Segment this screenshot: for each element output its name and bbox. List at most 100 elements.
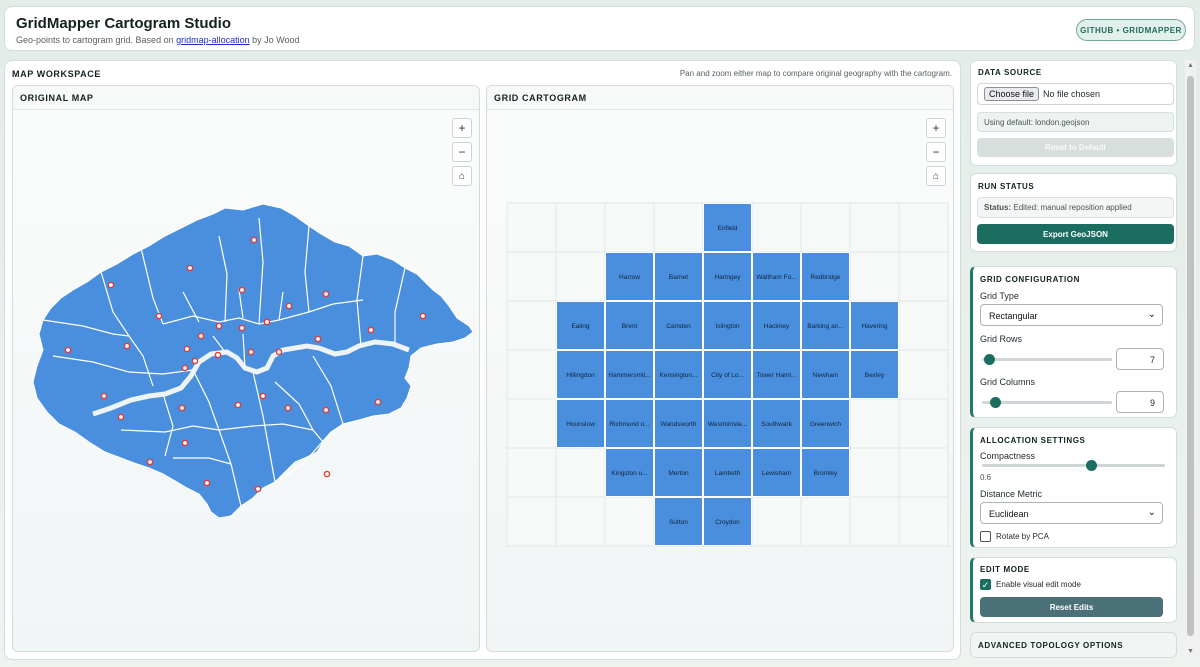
scroll-down-icon[interactable]: ▼ [1187, 648, 1194, 655]
export-geojson-button[interactable]: Export GeoJSON [977, 224, 1174, 244]
grid-rows-slider[interactable] [982, 358, 1112, 361]
grid-zoom-out-button[interactable]: − [926, 142, 946, 162]
borough-centroid-point [259, 392, 267, 400]
grid-cell[interactable]: Tower Haml... [752, 350, 801, 399]
compactness-slider-thumb[interactable] [1086, 460, 1098, 471]
borough-centroid-point [191, 357, 199, 365]
grid-cell[interactable]: Barnet [654, 252, 703, 301]
borough-centroid-point [178, 404, 186, 412]
chevron-down-icon: ⌄ [1147, 309, 1156, 320]
grid-cell[interactable]: Westminste... [703, 399, 752, 448]
grid-cell-label: Barking an... [807, 323, 844, 330]
reset-edits-button[interactable]: Reset Edits [980, 597, 1163, 617]
grid-cartogram-panel[interactable]: Enfield Harrow Barnet Haringey Waltham Fo...… [486, 85, 954, 652]
grid-rows-slider-thumb[interactable] [984, 354, 996, 365]
distance-metric-select[interactable]: Euclidean ⌄ [980, 502, 1163, 524]
borough-centroid-point [215, 322, 223, 330]
visual-edit-label: Enable visual edit mode [996, 580, 1081, 589]
grid-home-icon[interactable]: ⌂ [926, 166, 946, 186]
grid-cell[interactable]: Croydon [703, 497, 752, 546]
grid-zoom-in-button[interactable]: + [926, 118, 946, 138]
grid-cell[interactable]: Greenwich [801, 399, 850, 448]
scrollbar-thumb[interactable] [1187, 76, 1194, 636]
sidebar-scrollbar[interactable]: ▲ ▼ [1185, 60, 1196, 660]
grid-cell-label: Camden [666, 323, 691, 330]
grid-cell[interactable]: Bromley [801, 448, 850, 497]
grid-rows-label: Grid Rows [980, 334, 1023, 344]
grid-cell[interactable]: Kensington... [654, 350, 703, 399]
reset-to-default-button[interactable]: Reset to Default [977, 138, 1174, 157]
empty-grid-cell [898, 349, 949, 400]
grid-columns-slider-thumb[interactable] [989, 397, 1001, 408]
grid-cell-label: Hackney [764, 323, 790, 330]
file-input[interactable]: Choose file No file chosen [977, 83, 1174, 105]
visual-edit-checkbox[interactable]: ✓ [980, 579, 991, 590]
empty-grid-cell [898, 202, 949, 253]
grid-cell[interactable]: Wandsworth [654, 399, 703, 448]
github-button[interactable]: GITHUB • GRIDMAPPER [1076, 19, 1186, 41]
grid-cell[interactable]: Islington [703, 301, 752, 350]
original-zoom-out-button[interactable]: − [452, 142, 472, 162]
subtitle-prefix: Geo-points to cartogram grid. Based on [16, 35, 174, 45]
original-map-canvas[interactable] [13, 86, 480, 652]
london-boroughs [32, 203, 474, 519]
gridmap-allocation-link[interactable]: gridmap-allocation [176, 35, 250, 45]
grid-cell[interactable]: Havering [850, 301, 899, 350]
borough-centroid-point [183, 345, 191, 353]
grid-cell[interactable]: Redbridge [801, 252, 850, 301]
original-map-panel[interactable]: ORIGINAL MAP + − ⌂ [12, 85, 480, 652]
empty-grid-cell [898, 398, 949, 449]
compactness-value: 0.6 [980, 473, 992, 482]
empty-grid-cell [506, 447, 557, 498]
grid-cell-label: Kingston u... [611, 470, 647, 477]
borough-centroid-point [234, 401, 242, 409]
grid-cell-label: Lambeth [715, 470, 741, 477]
grid-cell-label: Lewisham [762, 470, 791, 477]
empty-grid-cell [653, 202, 704, 253]
empty-grid-cell [555, 202, 606, 253]
grid-cell[interactable]: Southwark [752, 399, 801, 448]
grid-cell[interactable]: Kingston u... [605, 448, 654, 497]
compactness-slider[interactable] [982, 464, 1165, 467]
original-zoom-in-button[interactable]: + [452, 118, 472, 138]
grid-cell[interactable]: Barking an... [801, 301, 850, 350]
grid-type-select[interactable]: Rectangular ⌄ [980, 304, 1163, 326]
grid-cell[interactable]: Bexley [850, 350, 899, 399]
grid-cell[interactable]: Enfield [703, 203, 752, 252]
grid-cell[interactable]: Hammersmit... [605, 350, 654, 399]
advanced-topology-title[interactable]: ADVANCED TOPOLOGY OPTIONS [978, 641, 1123, 650]
empty-grid-cell [751, 202, 802, 253]
grid-cell[interactable]: Hillingdon [556, 350, 605, 399]
grid-cell-label: Westminste... [708, 421, 747, 428]
grid-cell[interactable]: Camden [654, 301, 703, 350]
empty-grid-cell [849, 496, 900, 547]
advanced-topology-card[interactable]: ADVANCED TOPOLOGY OPTIONS [970, 632, 1177, 658]
scroll-up-icon[interactable]: ▲ [1187, 62, 1194, 69]
grid-columns-slider[interactable] [982, 401, 1112, 404]
grid-cell[interactable]: City of Lo... [703, 350, 752, 399]
grid-cell[interactable]: Brent [605, 301, 654, 350]
empty-grid-cell [506, 398, 557, 449]
empty-grid-cell [849, 398, 900, 449]
grid-rows-input[interactable]: 7 [1116, 348, 1164, 370]
empty-grid-cell [898, 251, 949, 302]
empty-grid-cell [849, 251, 900, 302]
grid-cartogram-canvas[interactable]: Enfield Harrow Barnet Haringey Waltham Fo...… [487, 86, 954, 652]
grid-cell[interactable]: Newham [801, 350, 850, 399]
grid-cell[interactable]: Hackney [752, 301, 801, 350]
grid-cell[interactable]: Sutton [654, 497, 703, 546]
borough-centroid-point [181, 364, 189, 372]
grid-cell[interactable]: Hounslow [556, 399, 605, 448]
grid-cell[interactable]: Haringey [703, 252, 752, 301]
grid-cell[interactable]: Harrow [605, 252, 654, 301]
grid-cell[interactable]: Ealing [556, 301, 605, 350]
grid-cell[interactable]: Richmond u... [605, 399, 654, 448]
grid-cell[interactable]: Lambeth [703, 448, 752, 497]
grid-cell[interactable]: Merton [654, 448, 703, 497]
rotate-pca-checkbox[interactable] [980, 531, 991, 542]
choose-file-button[interactable]: Choose file [984, 87, 1040, 101]
grid-cell[interactable]: Waltham Fo... [752, 252, 801, 301]
original-home-icon[interactable]: ⌂ [452, 166, 472, 186]
grid-columns-input[interactable]: 9 [1116, 391, 1164, 413]
grid-cell[interactable]: Lewisham [752, 448, 801, 497]
